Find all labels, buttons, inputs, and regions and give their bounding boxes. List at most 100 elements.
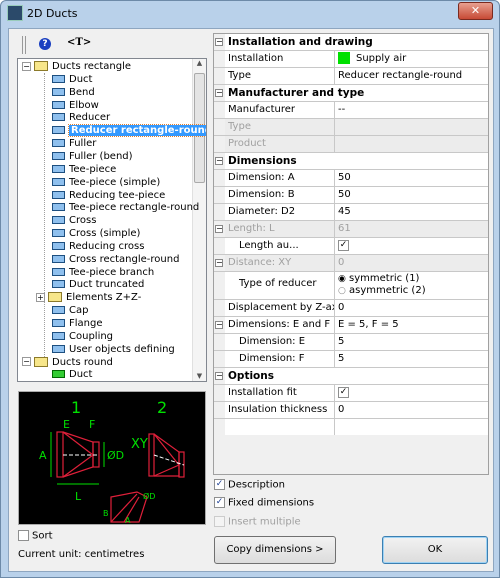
collapse-icon[interactable]: − [215, 157, 223, 165]
tree-item[interactable]: Duct truncated [52, 278, 144, 291]
category-dimensions[interactable]: − Dimensions [214, 153, 488, 170]
tree-item[interactable]: Cross [52, 214, 96, 227]
tree-folder[interactable]: − Ducts round [22, 356, 113, 369]
collapse-icon[interactable]: − [215, 38, 223, 46]
duct-element-icon [52, 100, 65, 109]
tree-item[interactable]: User objects defining [52, 343, 175, 356]
element-tree[interactable]: ▲ ▼ − Ducts rectangle Duct Bend Elbow Reducer… [17, 58, 207, 382]
tree-item[interactable]: Tee-piece rectangle-round [52, 201, 199, 214]
category-manufacturer[interactable]: − Manufacturer and type [214, 85, 488, 102]
tree-item[interactable]: Cap [52, 304, 88, 317]
tree-item[interactable]: Tee-piece [52, 163, 116, 176]
property-grid[interactable]: − Installation and drawing Installation Su… [213, 33, 489, 436]
duct-element-icon [52, 203, 65, 212]
tree-item[interactable]: Reducing tee-piece [52, 189, 165, 202]
text-tool-button[interactable]: <T> [67, 37, 91, 48]
expand-icon[interactable]: + [36, 292, 45, 302]
tree-item[interactable]: Elbow [52, 99, 99, 112]
prop-manufacturer[interactable]: Manufacturer -- [214, 102, 488, 119]
tree-item[interactable]: Reducing cross [52, 240, 144, 253]
tree-item[interactable]: Fuller (bend) [52, 150, 133, 163]
prop-insulation[interactable]: Insulation thickness 0 [214, 402, 488, 419]
collapse-icon[interactable]: − [215, 259, 223, 267]
prop-value[interactable]: ✓ [335, 385, 488, 401]
prop-dim-e[interactable]: Dimension: E5 [214, 334, 488, 351]
prop-value[interactable]: 50 [335, 187, 488, 203]
prop-value[interactable]: 45 [335, 204, 488, 220]
radio-selected-icon[interactable]: ◉ [338, 274, 346, 284]
check[interactable]: ✓ [214, 497, 225, 508]
collapse-icon[interactable]: − [22, 357, 31, 367]
prop-value[interactable]: Reducer rectangle-round [335, 68, 488, 84]
fixed-dimensions-checkbox[interactable]: ✓ Fixed dimensions [214, 497, 314, 509]
close-button[interactable]: ✕ [458, 2, 493, 20]
tree-item[interactable]: Duct [52, 368, 92, 381]
prop-type[interactable]: Type Reducer rectangle-round [214, 68, 488, 85]
prop-value[interactable]: 0 [335, 300, 488, 316]
tree-item[interactable]: Coupling [52, 330, 113, 343]
prop-dims-ef[interactable]: − Dimensions: E and FE = 5, F = 5 [214, 317, 488, 334]
tree-item[interactable]: Tee-piece (simple) [52, 176, 160, 189]
prop-value[interactable]: E = 5, F = 5 [335, 317, 488, 333]
prop-installation-fit[interactable]: Installation fit ✓ [214, 385, 488, 402]
tree-item[interactable]: Cross (simple) [52, 227, 140, 240]
prop-reducer-type[interactable]: Type of reducer ◉ symmetric (1) ○ asymme… [214, 272, 488, 300]
sort-check[interactable] [18, 530, 29, 541]
tree-item-label: Bend [69, 86, 95, 98]
radio-symmetric[interactable]: ◉ symmetric (1) [338, 273, 488, 285]
collapse-icon[interactable]: − [215, 225, 223, 233]
prop-value[interactable]: 0 [335, 402, 488, 418]
tree-item[interactable]: Bend [52, 86, 95, 99]
tree-scrollbar[interactable]: ▲ ▼ [192, 59, 206, 381]
help-icon[interactable]: ? [39, 38, 51, 50]
prop-value[interactable]: -- [335, 102, 488, 118]
collapse-icon[interactable]: − [215, 321, 223, 329]
tree-item[interactable]: Duct [52, 73, 92, 86]
prop-dim-b[interactable]: Dimension: B 50 [214, 187, 488, 204]
installation-fit-checkbox[interactable]: ✓ [338, 386, 349, 398]
prop-d2[interactable]: Diameter: D2 45 [214, 204, 488, 221]
prop-value[interactable]: ◉ symmetric (1) ○ asymmetric (2) [335, 272, 488, 299]
prop-dim-a[interactable]: Dimension: A 50 [214, 170, 488, 187]
prop-length: − Length: L 61 [214, 221, 488, 238]
radio-empty-icon[interactable]: ○ [338, 286, 346, 296]
collapse-icon[interactable]: − [215, 89, 223, 97]
prop-length-auto[interactable]: Length au... ✓ [214, 238, 488, 255]
tree-item-label: Elbow [69, 99, 99, 111]
prop-value[interactable]: 5 [335, 334, 488, 350]
dialog-window: 2D Ducts ✕ ? <T> ▲ ▼ − Ducts rectangle Duc… [0, 0, 500, 578]
description-checkbox[interactable]: ✓ Description [214, 479, 285, 491]
tree-folder[interactable]: + Elements Z+Z- [36, 291, 141, 304]
prop-value[interactable]: 50 [335, 170, 488, 186]
tree-folder[interactable]: − Ducts rectangle [22, 60, 131, 73]
tree-item[interactable]: Reducer rectangle-round [52, 124, 206, 138]
tree-item[interactable]: Cross rectangle-round [52, 253, 179, 266]
length-auto-checkbox[interactable]: ✓ [338, 239, 349, 251]
tree-item[interactable]: Tee-piece branch [52, 266, 154, 279]
radio-asymmetric[interactable]: ○ asymmetric (2) [338, 285, 488, 297]
sort-checkbox[interactable]: Sort [18, 530, 53, 542]
scroll-down-icon[interactable]: ▼ [193, 372, 206, 380]
prop-installation[interactable]: Installation Supply air [214, 51, 488, 68]
collapse-icon[interactable]: − [215, 372, 223, 380]
prop-value[interactable]: ✓ [335, 238, 488, 254]
duct-element-icon [52, 280, 65, 289]
tree-item[interactable]: Reducer [52, 111, 110, 124]
copy-dimensions-button[interactable]: Copy dimensions > [214, 536, 336, 564]
collapse-icon[interactable]: − [22, 61, 31, 71]
category-installation[interactable]: − Installation and drawing [214, 34, 488, 51]
tree-item[interactable]: Fuller [52, 137, 96, 150]
ok-button[interactable]: OK [382, 536, 488, 564]
scroll-up-icon[interactable]: ▲ [193, 59, 206, 67]
prop-dim-f[interactable]: Dimension: F5 [214, 351, 488, 368]
tree-item-label: Cap [69, 305, 89, 317]
prop-label: Insulation thickness [225, 402, 335, 418]
tree-item-label: Coupling [69, 330, 114, 342]
toolbar-grip[interactable] [22, 36, 26, 54]
prop-displacement[interactable]: Displacement by Z-axis:0 [214, 300, 488, 317]
prop-value[interactable]: 5 [335, 351, 488, 367]
tree-item[interactable]: Flange [52, 317, 103, 330]
check[interactable]: ✓ [214, 479, 225, 490]
category-options[interactable]: − Options [214, 368, 488, 385]
prop-value[interactable]: Supply air [335, 51, 488, 67]
